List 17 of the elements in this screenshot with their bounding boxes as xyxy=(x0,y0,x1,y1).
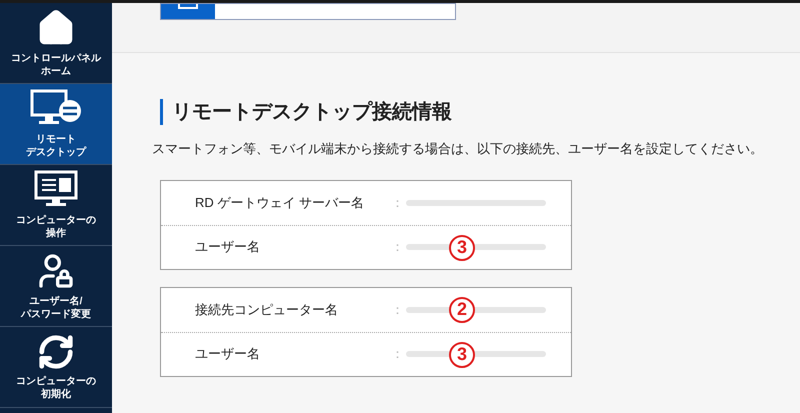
refresh-icon xyxy=(37,333,75,371)
annotation-number: 2 xyxy=(449,296,475,322)
row-label: ユーザー名 xyxy=(194,238,261,256)
sidebar-item[interactable]: リモート デスクトップ xyxy=(0,84,112,165)
partial-button[interactable] xyxy=(160,3,456,20)
separator: ： xyxy=(391,194,404,212)
row-label: RD ゲートウェイ サーバー名 xyxy=(194,194,365,212)
annotation-number: 3 xyxy=(449,342,475,368)
separator: ： xyxy=(391,300,404,319)
section-title: リモートデスクトップ接続情報 xyxy=(172,100,452,125)
row-label: ユーザー名 xyxy=(194,345,261,364)
annotation-number: 3 xyxy=(449,234,475,260)
tray-icon xyxy=(178,4,198,10)
separator: ： xyxy=(391,345,404,364)
row-label: 接続先コンピューター名 xyxy=(194,300,339,319)
separator: ： xyxy=(391,238,404,256)
section-description: スマートフォン等、モバイル端末から接続する場合は、以下の接続先、ユーザー名を設定してください。 xyxy=(152,140,764,158)
